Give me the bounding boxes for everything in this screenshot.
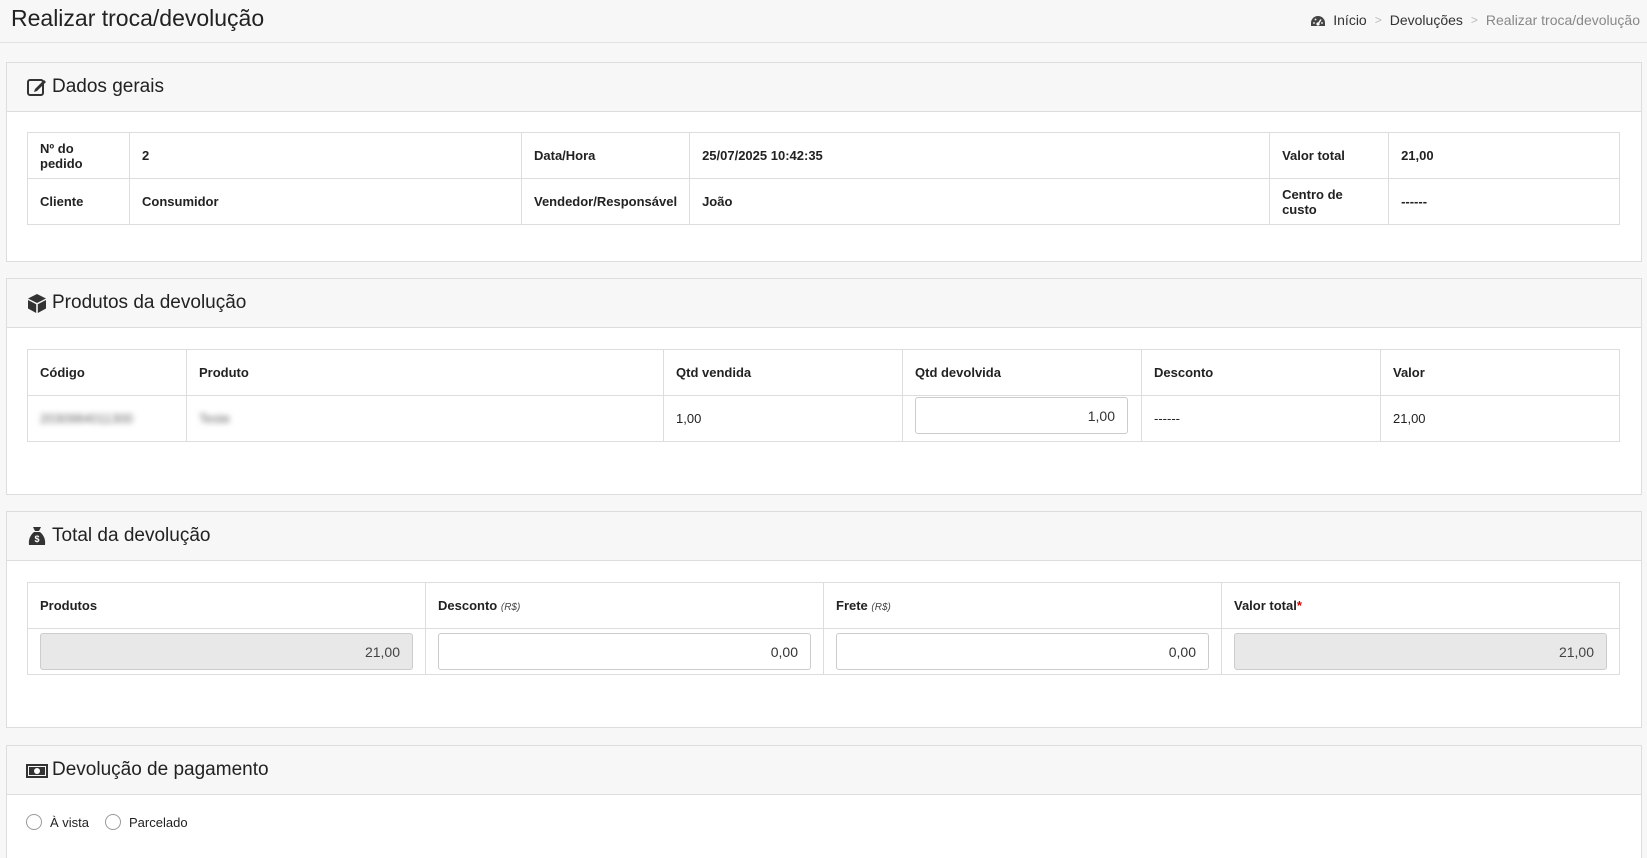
panel-title: Dados gerais (52, 76, 164, 97)
column-header: Valor total* (1221, 582, 1620, 629)
column-header: Produto (186, 349, 664, 396)
pagamento-panel: Devolução de pagamento À vista Parcelado (6, 745, 1642, 858)
product-code: 2030984011300 (40, 411, 134, 426)
qty-sold-cell: 1,00 (663, 395, 903, 442)
column-header: Qtd vendida (663, 349, 903, 396)
breadcrumb-home-link[interactable]: Início (1333, 12, 1366, 28)
table-row: Nº do pedido 2 Data/Hora 25/07/2025 10:4… (27, 132, 1620, 179)
dados-gerais-panel: Dados gerais Nº do pedido 2 Data/Hora 25… (6, 62, 1642, 262)
product-name-cell: Teste (186, 395, 664, 442)
column-header: Código (27, 349, 187, 396)
breadcrumb-separator: > (1374, 13, 1382, 27)
cost-center-label: Centro de custo (1269, 178, 1390, 225)
qty-returned-cell (902, 395, 1142, 442)
page-title: Realizar troca/devolução (11, 5, 265, 31)
discount-cell: ------ (1141, 395, 1381, 442)
column-header: Desconto (R$) (425, 582, 824, 629)
total-value-value: 21,00 (1388, 132, 1620, 179)
breadcrumb-devolucoes-link[interactable]: Devoluções (1390, 12, 1463, 28)
grand-total-cell (1221, 628, 1620, 675)
total-value-label: Valor total (1269, 132, 1390, 179)
box-icon (28, 294, 46, 313)
table-header-row: Produtos Desconto (R$) Frete (R$) Valor … (27, 582, 1620, 629)
datetime-value: 25/07/2025 10:42:35 (689, 132, 1271, 179)
panel-header: Devolução de pagamento (7, 746, 1641, 795)
grand-total-field (1234, 633, 1607, 670)
products-total-field (40, 633, 413, 670)
product-name: Teste (199, 411, 231, 426)
top-bar: Realizar troca/devolução Início > Devolu… (0, 0, 1647, 43)
required-mark: * (1296, 598, 1302, 613)
freight-total-cell (823, 628, 1222, 675)
column-header: Desconto (1141, 349, 1381, 396)
column-header: Produtos (27, 582, 426, 629)
svg-text:$: $ (34, 534, 39, 544)
panel-header: Dados gerais (7, 63, 1641, 112)
column-header: Frete (R$) (823, 582, 1222, 629)
products-total-cell (27, 628, 426, 675)
radio-parcelado[interactable] (105, 814, 122, 830)
table-row: 2030984011300 Teste 1,00 ------ 21,00 (27, 395, 1620, 442)
produtos-panel: Produtos da devolução Código Produto Qtd… (6, 278, 1642, 495)
product-code-cell: 2030984011300 (27, 395, 187, 442)
cost-center-value: ------ (1388, 178, 1620, 225)
cash-icon (26, 764, 48, 778)
edit-icon (27, 79, 46, 96)
discount-input[interactable] (438, 633, 811, 670)
breadcrumb-separator: > (1470, 13, 1478, 27)
money-bag-icon: $ (28, 527, 46, 545)
payment-options: À vista Parcelado (26, 814, 204, 830)
order-number-value: 2 (129, 132, 522, 179)
radio-a-vista[interactable] (26, 814, 42, 830)
seller-value: João (689, 178, 1271, 225)
order-number-label: Nº do pedido (27, 132, 130, 179)
radio-label: À vista (50, 814, 90, 830)
qty-returned-input[interactable] (915, 397, 1128, 434)
dados-gerais-table: Nº do pedido 2 Data/Hora 25/07/2025 10:4… (27, 132, 1620, 225)
table-header-row: Código Produto Qtd vendida Qtd devolvida… (27, 349, 1620, 396)
datetime-label: Data/Hora (520, 132, 691, 179)
table-row (27, 628, 1620, 675)
seller-label: Vendedor/Responsável (520, 178, 691, 225)
panel-header: $ Total da devolução (7, 512, 1641, 561)
discount-total-cell (425, 628, 824, 675)
column-header: Valor (1380, 349, 1620, 396)
client-label: Cliente (27, 178, 130, 225)
produtos-table: Código Produto Qtd vendida Qtd devolvida… (27, 349, 1620, 442)
column-header: Qtd devolvida (902, 349, 1142, 396)
breadcrumb: Início > Devoluções > Realizar troca/dev… (1310, 12, 1640, 28)
client-value: Consumidor (129, 178, 522, 225)
total-panel: $ Total da devolução Produtos Desconto (… (6, 511, 1642, 728)
dashboard-icon (1311, 16, 1326, 26)
panel-title: Total da devolução (52, 525, 211, 546)
freight-input[interactable] (836, 633, 1209, 670)
table-row: Cliente Consumidor Vendedor/Responsável … (27, 178, 1620, 225)
panel-header: Produtos da devolução (7, 279, 1641, 328)
breadcrumb-current: Realizar troca/devolução (1485, 12, 1640, 28)
radio-label: Parcelado (129, 814, 188, 830)
panel-title: Produtos da devolução (52, 292, 247, 313)
total-table: Produtos Desconto (R$) Frete (R$) Valor … (27, 582, 1620, 675)
panel-title: Devolução de pagamento (52, 759, 269, 780)
value-cell: 21,00 (1380, 395, 1620, 442)
